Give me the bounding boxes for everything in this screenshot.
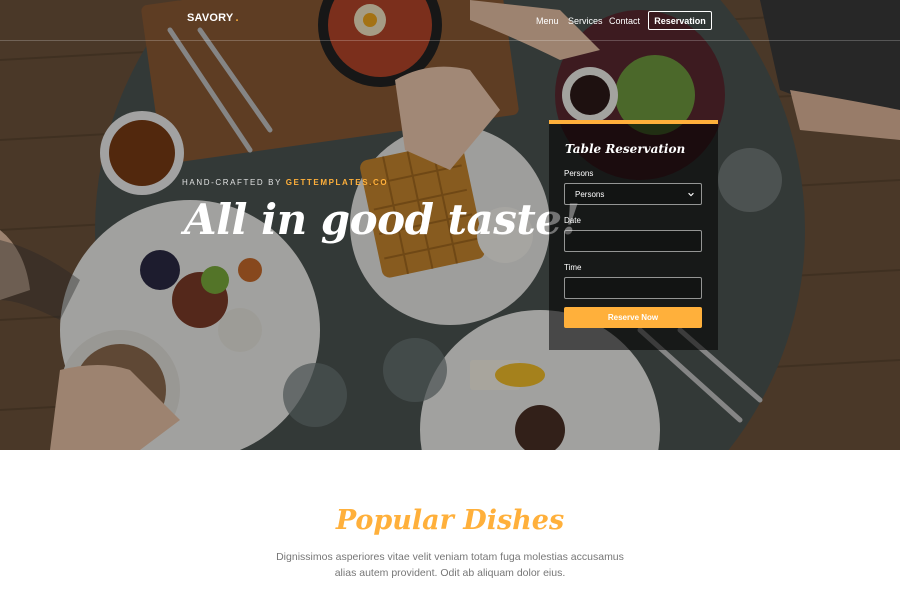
nav-link-menu[interactable]: Menu xyxy=(536,16,559,26)
eyebrow-prefix: HAND-CRAFTED BY xyxy=(182,178,282,187)
popular-dishes-description: Dignissimos asperiores vitae velit venia… xyxy=(276,551,624,579)
time-input[interactable] xyxy=(564,277,702,299)
hero-headline: All in good taste! xyxy=(184,195,580,244)
hero-eyebrow: HAND-CRAFTED BY GETTEMPLATES.CO xyxy=(182,178,388,187)
persons-selected-value: Persons xyxy=(575,189,605,199)
popular-dishes-title: Popular Dishes xyxy=(335,505,565,536)
nav-link-services[interactable]: Services xyxy=(568,16,603,26)
chevron-down-icon xyxy=(688,192,694,197)
persons-label: Persons xyxy=(564,169,594,178)
persons-select[interactable]: Persons xyxy=(564,183,702,205)
top-navbar: SAVORY. Menu Services Contact Reservatio… xyxy=(0,0,900,41)
time-label: Time xyxy=(564,263,582,272)
reservation-title: Table Reservation xyxy=(565,142,686,156)
brand-logo[interactable]: SAVORY. xyxy=(187,12,239,24)
eyebrow-link[interactable]: GETTEMPLATES.CO xyxy=(286,178,389,187)
reserve-now-button[interactable]: Reserve Now xyxy=(564,307,702,328)
hero-section: SAVORY. Menu Services Contact Reservatio… xyxy=(0,0,900,450)
nav-link-contact[interactable]: Contact xyxy=(609,16,640,26)
date-label: Date xyxy=(564,216,581,225)
reservation-form: Table Reservation Persons Persons Date T… xyxy=(549,120,718,350)
brand-name: SAVORY xyxy=(187,12,234,24)
brand-dot: . xyxy=(235,12,239,24)
reservation-nav-button[interactable]: Reservation xyxy=(648,11,712,30)
date-input[interactable] xyxy=(564,230,702,252)
